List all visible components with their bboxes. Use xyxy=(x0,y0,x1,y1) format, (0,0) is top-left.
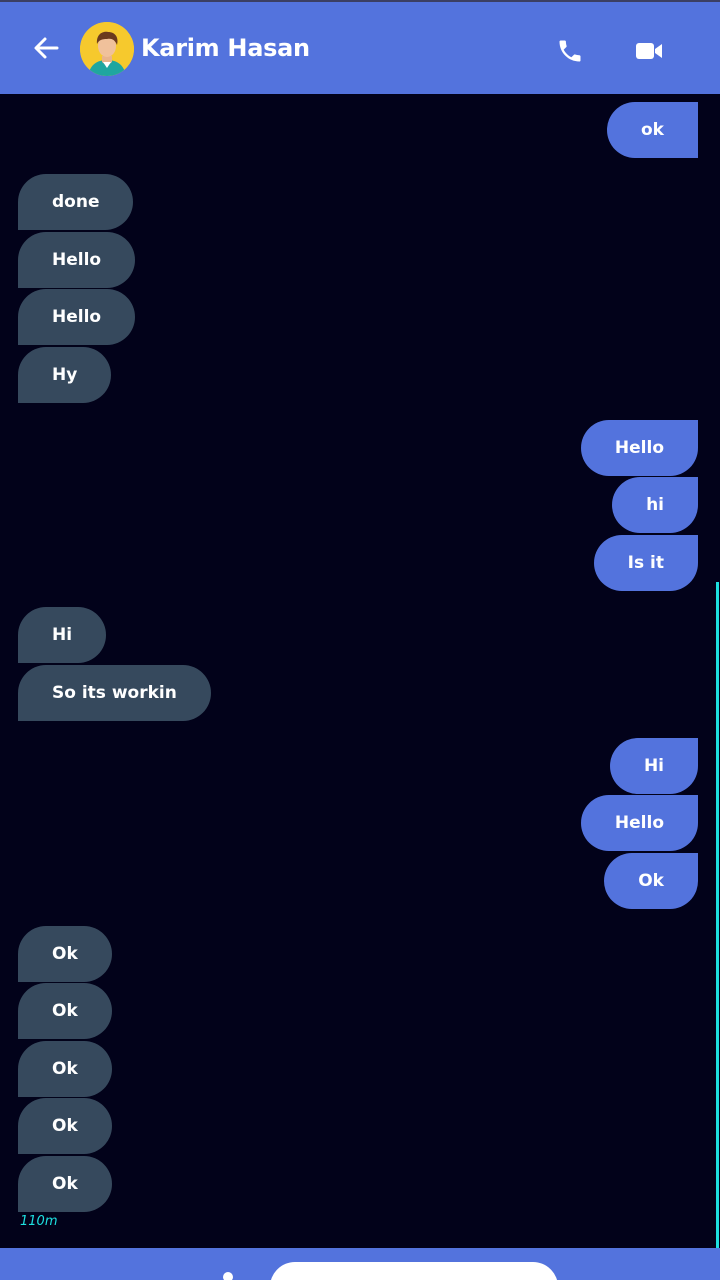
message-outgoing[interactable]: Hello xyxy=(580,795,698,851)
message-outgoing[interactable]: ok xyxy=(607,102,698,158)
message-incoming[interactable]: So its workin xyxy=(18,665,211,721)
message-outgoing[interactable]: Ok xyxy=(604,853,698,909)
message-outgoing[interactable]: Hello xyxy=(580,420,698,476)
call-button[interactable] xyxy=(552,33,588,69)
message-list[interactable]: ok done Hello Hello Hy Hello hi Is it Hi… xyxy=(0,94,720,1248)
video-call-button[interactable] xyxy=(630,33,668,69)
message-outgoing[interactable]: Hi xyxy=(609,738,698,794)
arrow-left-icon xyxy=(34,37,59,59)
message-outgoing[interactable]: Is it xyxy=(593,535,698,591)
message-incoming[interactable]: Ok xyxy=(18,1041,112,1097)
person-avatar-icon xyxy=(80,22,134,76)
chat-screen: Karim Hasan ok done Hello Hello Hy Hello… xyxy=(0,0,720,1280)
composer-bar xyxy=(0,1248,720,1280)
back-button[interactable] xyxy=(28,30,64,66)
message-input[interactable] xyxy=(270,1262,558,1280)
message-incoming[interactable]: Ok xyxy=(18,983,112,1039)
contact-name[interactable]: Karim Hasan xyxy=(141,31,310,65)
message-outgoing[interactable]: hi xyxy=(612,477,698,533)
message-incoming[interactable]: Ok xyxy=(18,926,112,982)
message-incoming[interactable]: done xyxy=(18,174,134,230)
scrollbar[interactable] xyxy=(716,582,719,1252)
avatar[interactable] xyxy=(80,22,134,76)
message-incoming[interactable]: Hi xyxy=(18,607,107,663)
phone-icon xyxy=(559,40,581,62)
message-incoming[interactable]: Hy xyxy=(18,347,112,403)
message-timestamp: 110m xyxy=(20,1214,58,1229)
message-incoming[interactable]: Hello xyxy=(18,289,136,345)
message-incoming[interactable]: Hello xyxy=(18,232,136,288)
attachment-icon[interactable] xyxy=(221,1270,235,1280)
message-incoming[interactable]: Ok xyxy=(18,1098,112,1154)
video-camera-icon xyxy=(636,43,662,59)
chat-header: Karim Hasan xyxy=(0,0,720,94)
message-incoming[interactable]: Ok xyxy=(18,1156,112,1212)
